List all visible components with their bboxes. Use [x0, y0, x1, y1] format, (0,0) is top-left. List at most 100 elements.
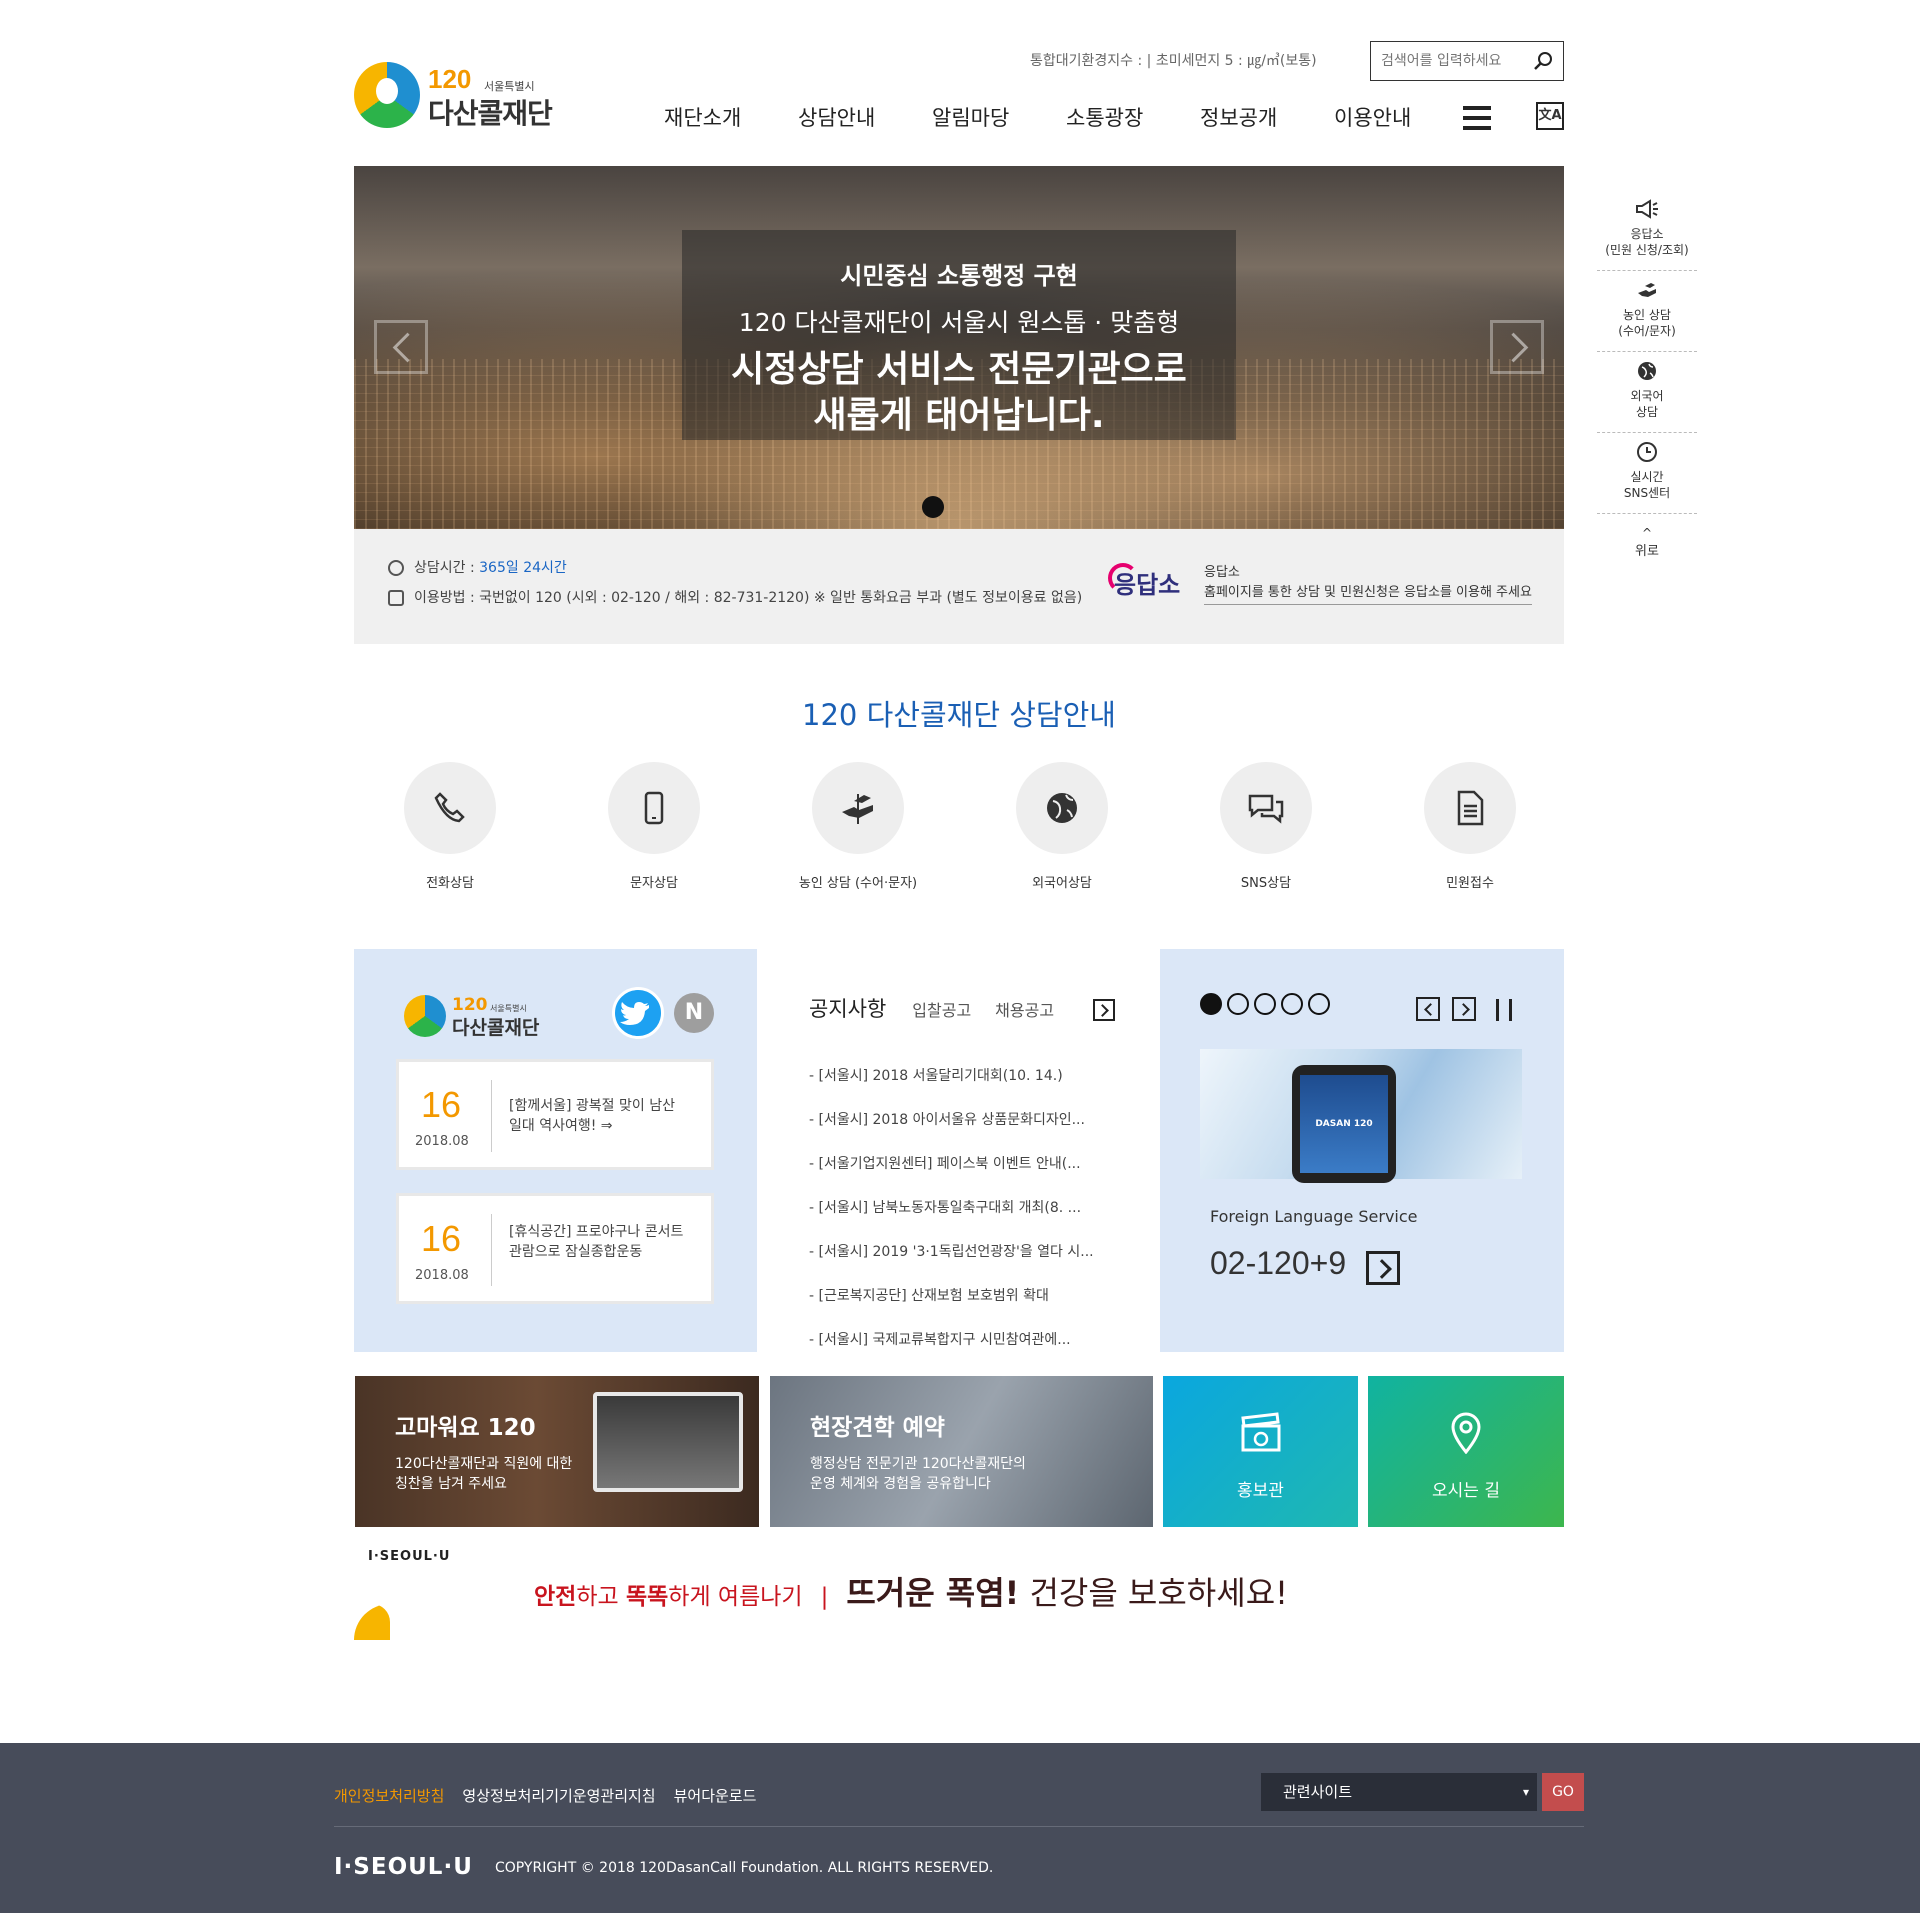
method-text: 이용방법 : 국번없이 120 (시외 : 02-120 / 해외 : 82-7…: [414, 590, 1083, 606]
menu-hamburger-icon[interactable]: [1463, 106, 1491, 130]
site-logo[interactable]: 120 서울특별시 다산콜재단: [354, 60, 564, 132]
banner-pr[interactable]: 홍보관: [1163, 1376, 1358, 1527]
banner-desc-line: 칭찬을 남겨 주세요: [395, 1476, 507, 1492]
service-label: 민원접수: [1446, 876, 1494, 891]
phone-icon: [388, 590, 404, 606]
service-sns[interactable]: SNS상담: [1196, 762, 1336, 891]
tab-notice[interactable]: 공지사항: [809, 993, 886, 1023]
service-info-bar: 상담시간 : 365일 24시간 이용방법 : 국번없이 120 (시외 : 0…: [354, 529, 1564, 644]
slider-dot[interactable]: [1200, 993, 1222, 1015]
slider-dot[interactable]: [1281, 993, 1303, 1015]
service-foreign[interactable]: 외국어상담: [992, 762, 1132, 891]
service-circle: [812, 762, 904, 854]
main-nav: 재단소개 상담안내 알림마당 소통광장 정보공개 이용안내: [664, 102, 1468, 132]
hero-line-4: 새롭게 태어납니다.: [813, 395, 1105, 436]
notice-item[interactable]: - [서울시] 2019 '3·1독립선언광장'을 열다 시...: [809, 1241, 1094, 1285]
quick-sublabel-1: (민원 신청/조회): [1605, 243, 1689, 257]
tab-bid[interactable]: 입찰공고: [912, 997, 971, 1021]
slider-next-icon[interactable]: [1452, 997, 1476, 1021]
banner-desc-line: 운영 체계와 경험을 공유합니다: [810, 1476, 991, 1492]
service-phone[interactable]: 전화상담: [380, 762, 520, 891]
notice-item[interactable]: - [근로복지공단] 산재보험 보호범위 확대: [809, 1285, 1094, 1329]
service-sms[interactable]: 문자상담: [584, 762, 724, 891]
search-input[interactable]: [1381, 50, 1531, 72]
notice-item[interactable]: - [서울시] 남북노동자통일축구대회 개최(8. ...: [809, 1197, 1094, 1241]
nav-item-guide[interactable]: 이용안내: [1334, 102, 1468, 132]
service-complaint[interactable]: 민원접수: [1400, 762, 1540, 891]
nav-item-disclosure[interactable]: 정보공개: [1200, 102, 1334, 132]
hours-value: 365일 24시간: [479, 560, 567, 576]
nav-item-foundation[interactable]: 재단소개: [664, 102, 798, 132]
notice-item[interactable]: - [서울기업지원센터] 페이스북 이벤트 안내(...: [809, 1153, 1094, 1197]
twitter-icon[interactable]: [612, 987, 664, 1039]
sns-logo-name: 다산콜재단: [452, 1017, 540, 1039]
nav-item-communication[interactable]: 소통광장: [1066, 102, 1200, 132]
service-sign[interactable]: 농인 상담 (수어·문자): [788, 762, 928, 891]
footer: 개인정보처리방침 영상정보처리기기운영관리지침 뷰어다운로드 관련사이트 GO …: [0, 1743, 1920, 1913]
sns-logo-number: 120: [452, 995, 488, 1015]
slider-pause-icon[interactable]: [1496, 999, 1512, 1021]
phone-image: DASAN 120: [1292, 1065, 1396, 1183]
related-sites-select[interactable]: 관련사이트: [1261, 1773, 1537, 1811]
quick-item-sns[interactable]: 실시간 SNS센터: [1597, 433, 1697, 514]
nav-item-notice[interactable]: 알림마당: [932, 102, 1066, 132]
notice-item[interactable]: - [서울시] 국제교류복합지구 시민참여관에...: [809, 1329, 1094, 1373]
quick-item-eungdap[interactable]: 응답소 (민원 신청/조회): [1597, 190, 1697, 271]
banner-directions[interactable]: 오시는 길: [1368, 1376, 1564, 1527]
slider-dot[interactable]: [1254, 993, 1276, 1015]
banner-tour[interactable]: 현장견학 예약 행정상담 전문기관 120다산콜재단의 운영 체계와 경험을 공유…: [770, 1376, 1153, 1527]
hero-pager-dot[interactable]: [922, 496, 944, 518]
banner-desc: 120다산콜재단과 직원에 대한칭찬을 남겨 주세요: [395, 1454, 572, 1494]
hero-next-arrow-icon[interactable]: [1490, 320, 1544, 374]
notice-tabs: 공지사항 입찰공고 채용공고: [809, 993, 1078, 1023]
foreign-service-panel: DASAN 120 Foreign Language Service 02-12…: [1160, 949, 1564, 1352]
naver-icon[interactable]: N: [674, 993, 714, 1033]
slider-go-arrow-icon[interactable]: [1366, 1251, 1400, 1285]
quick-label-2: 농인 상담: [1623, 308, 1671, 322]
service-circle: [1424, 762, 1516, 854]
sns-card[interactable]: 16 2018.08 [함께서울] 광복절 맞이 남산 일대 역사여행! ⇒: [396, 1059, 714, 1170]
service-circle: [1016, 762, 1108, 854]
footer-links: 개인정보처리방침 영상정보처리기기운영관리지침 뷰어다운로드: [334, 1785, 756, 1806]
eungdap-link[interactable]: 응답소 응답소 홈페이지를 통한 상담 및 민원신청은 응답소를 이용해 주세요: [1107, 559, 1534, 609]
notice-item[interactable]: - [서울시] 2018 아이서울유 상품문화디자인...: [809, 1109, 1094, 1153]
footer-link-privacy[interactable]: 개인정보처리방침: [334, 1785, 444, 1806]
search-icon[interactable]: [1533, 51, 1553, 71]
slider-dot[interactable]: [1227, 993, 1249, 1015]
more-arrow-icon[interactable]: [1093, 999, 1115, 1021]
nav-item-counsel[interactable]: 상담안내: [798, 102, 932, 132]
scroll-top-button[interactable]: ^ 위로: [1597, 514, 1697, 559]
campaign-banner[interactable]: 안전하고 똑똑하게 여름나기 | 뜨거운 폭염! 건강을 보호하세요!: [534, 1568, 1288, 1614]
quick-menu: 응답소 (민원 신청/조회) 농인 상담 (수어/문자) 외국어 상담 실시간 …: [1597, 190, 1697, 559]
eungdap-title: 응답소: [1204, 565, 1240, 580]
notice-panel: 공지사항 입찰공고 채용공고 - [서울시] 2018 서울달리기대회(10. …: [757, 949, 1160, 1352]
go-button[interactable]: GO: [1542, 1773, 1584, 1811]
service-label: 외국어상담: [1032, 876, 1092, 891]
language-icon[interactable]: 文A: [1536, 102, 1564, 130]
card-date: 2018.08: [415, 1268, 469, 1283]
quick-item-sign[interactable]: 농인 상담 (수어/문자): [1597, 271, 1697, 352]
slider-prev-icon[interactable]: [1416, 997, 1440, 1021]
hero-prev-arrow-icon[interactable]: [374, 320, 428, 374]
hero-line-2: 120 다산콜재단이 서울시 원스톱 · 맞춤형: [738, 308, 1180, 337]
slider-dot[interactable]: [1308, 993, 1330, 1015]
globe-icon: [1047, 793, 1077, 823]
campaign-headline: 뜨거운 폭염!: [846, 1574, 1020, 1612]
logo-mark-icon: [404, 995, 446, 1037]
card-text: [함께서울] 광복절 맞이 남산 일대 역사여행! ⇒: [509, 1098, 675, 1134]
banner-desc-line: 120다산콜재단과 직원에 대한: [395, 1456, 573, 1472]
quick-sublabel-2: (수어/문자): [1618, 324, 1676, 338]
sns-card[interactable]: 16 2018.08 [휴식공간] 프로야구나 콘서트 관람으로 잠실종합운동: [396, 1193, 714, 1304]
logo-name: 다산콜재단: [428, 97, 553, 130]
method-row: 이용방법 : 국번없이 120 (시외 : 02-120 / 해외 : 82-7…: [388, 587, 1082, 607]
sns-logo: 120 서울특별시 다산콜재단: [404, 995, 554, 1039]
eungdap-logo: 응답소: [1107, 563, 1180, 600]
notice-item[interactable]: - [서울시] 2018 서울달리기대회(10. 14.): [809, 1065, 1094, 1109]
banner-thanks[interactable]: 고마워요 120 120다산콜재단과 직원에 대한 칭찬을 남겨 주세요: [355, 1376, 759, 1527]
footer-link-viewer[interactable]: 뷰어다운로드: [674, 1785, 757, 1806]
chat-icon: [1248, 794, 1284, 824]
tab-recruit[interactable]: 채용공고: [995, 997, 1054, 1021]
footer-link-cctv[interactable]: 영상정보처리기기운영관리지침: [462, 1785, 655, 1806]
logo-mark-icon: [354, 62, 420, 128]
quick-item-foreign[interactable]: 외국어 상담: [1597, 352, 1697, 433]
